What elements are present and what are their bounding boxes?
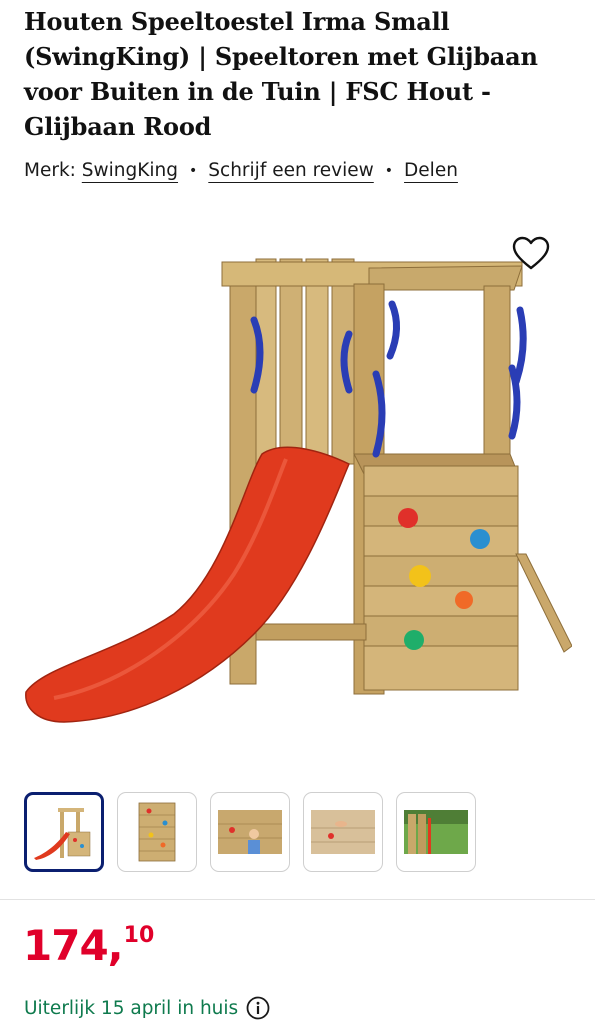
brand-prefix: Merk:: [24, 160, 76, 181]
thumbnail-garden-image: [404, 810, 468, 854]
product-meta: Merk: SwingKing • Schrijf een review • D…: [24, 160, 458, 181]
product-image[interactable]: [24, 254, 572, 728]
price-cents: 10: [123, 923, 155, 948]
thumbnail-4[interactable]: [303, 792, 383, 872]
delivery-text: Uiterlijk 15 april in huis: [24, 997, 239, 1019]
product-title: Houten Speeltoestel Irma Small (SwingKin…: [24, 7, 538, 141]
share-link[interactable]: Delen: [404, 160, 458, 181]
separator-dot: •: [384, 162, 394, 179]
thumbnail-3[interactable]: [210, 792, 290, 872]
divider: [0, 899, 595, 900]
thumbnail-child-climbing-image: [218, 810, 282, 854]
brand-link[interactable]: SwingKing: [82, 160, 178, 181]
heart-icon[interactable]: [512, 236, 550, 272]
price-euros: 174,: [23, 921, 124, 970]
thumbnail-wall-image: [138, 802, 176, 862]
thumbnail-1[interactable]: [24, 792, 104, 872]
thumbnail-playset-image: [34, 808, 91, 860]
thumbnail-2[interactable]: [117, 792, 197, 872]
write-review-link[interactable]: Schrijf een review: [208, 160, 373, 181]
thumbnail-5[interactable]: [396, 792, 476, 872]
delivery-info: Uiterlijk 15 april in huis: [24, 996, 270, 1020]
thumbnail-feet-on-wall-image: [311, 810, 375, 854]
info-icon[interactable]: [246, 996, 270, 1020]
thumbnail-strip: [24, 792, 476, 872]
separator-dot: •: [189, 162, 198, 179]
price: 174, 10: [23, 922, 154, 970]
